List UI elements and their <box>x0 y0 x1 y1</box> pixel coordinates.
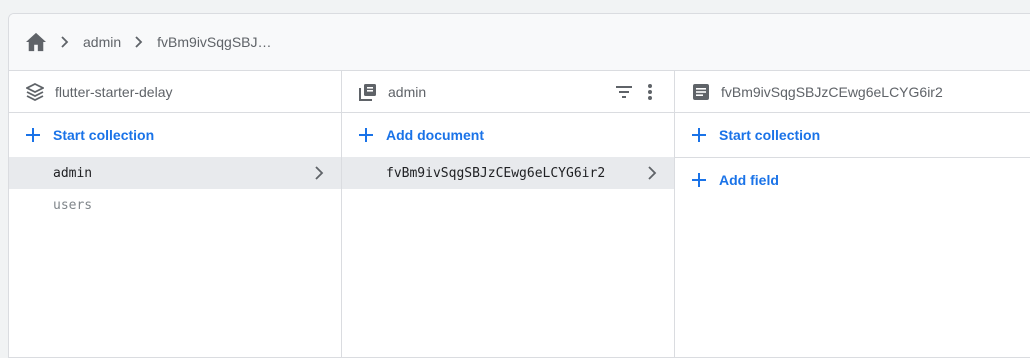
collection-item-users[interactable]: users <box>9 189 341 221</box>
firestore-data-viewer: admin fvBm9ivSqgSBJ… flutter-starter-del… <box>8 13 1030 358</box>
home-icon[interactable] <box>25 31 47 53</box>
document-item[interactable]: fvBm9ivSqgSBJzCEwg6eLCYG6ir2 <box>342 157 674 189</box>
collection-panel-header: admin <box>342 71 674 113</box>
filter-icon[interactable] <box>612 80 636 104</box>
add-document-label: Add document <box>386 127 484 143</box>
panels: flutter-starter-delay Start collection a… <box>9 71 1030 357</box>
add-document-button[interactable]: Add document <box>342 113 674 157</box>
root-panel: flutter-starter-delay Start collection a… <box>9 71 342 357</box>
collection-item-label: admin <box>53 165 93 181</box>
add-field-label: Add field <box>719 172 779 188</box>
start-collection-label: Start collection <box>53 127 155 143</box>
chevron-right-icon <box>642 163 662 183</box>
collection-item-label: users <box>53 197 93 213</box>
start-collection-button[interactable]: Start collection <box>675 113 1030 158</box>
database-stack-icon <box>25 82 45 102</box>
plus-icon <box>691 172 707 188</box>
breadcrumb-item-document[interactable]: fvBm9ivSqgSBJ… <box>157 34 271 50</box>
root-panel-title: flutter-starter-delay <box>55 83 173 100</box>
chevron-right-icon <box>309 163 329 183</box>
collection-item-admin[interactable]: admin <box>9 157 341 189</box>
breadcrumb: admin fvBm9ivSqgSBJ… <box>9 14 1030 71</box>
more-vert-icon[interactable] <box>638 80 662 104</box>
plus-icon <box>25 127 41 143</box>
root-panel-header: flutter-starter-delay <box>9 71 341 113</box>
chevron-right-icon <box>127 30 151 54</box>
document-panel-header: fvBm9ivSqgSBJzCEwg6eLCYG6ir2 <box>675 71 1030 113</box>
start-collection-button[interactable]: Start collection <box>9 113 341 157</box>
collection-panel: admin Add document fvBm9ivSqgSBJzCEwg6eL… <box>342 71 675 357</box>
collection-icon <box>358 82 378 102</box>
plus-icon <box>358 127 374 143</box>
add-field-button[interactable]: Add field <box>675 158 1030 202</box>
document-panel: fvBm9ivSqgSBJzCEwg6eLCYG6ir2 Start colle… <box>675 71 1030 357</box>
start-collection-label: Start collection <box>719 127 821 143</box>
collection-panel-title: admin <box>388 83 427 100</box>
document-item-label: fvBm9ivSqgSBJzCEwg6eLCYG6ir2 <box>386 165 606 181</box>
chevron-right-icon <box>53 30 77 54</box>
document-icon <box>691 82 711 102</box>
breadcrumb-item-admin[interactable]: admin <box>83 34 121 50</box>
document-panel-title: fvBm9ivSqgSBJzCEwg6eLCYG6ir2 <box>721 83 943 100</box>
plus-icon <box>691 127 707 143</box>
